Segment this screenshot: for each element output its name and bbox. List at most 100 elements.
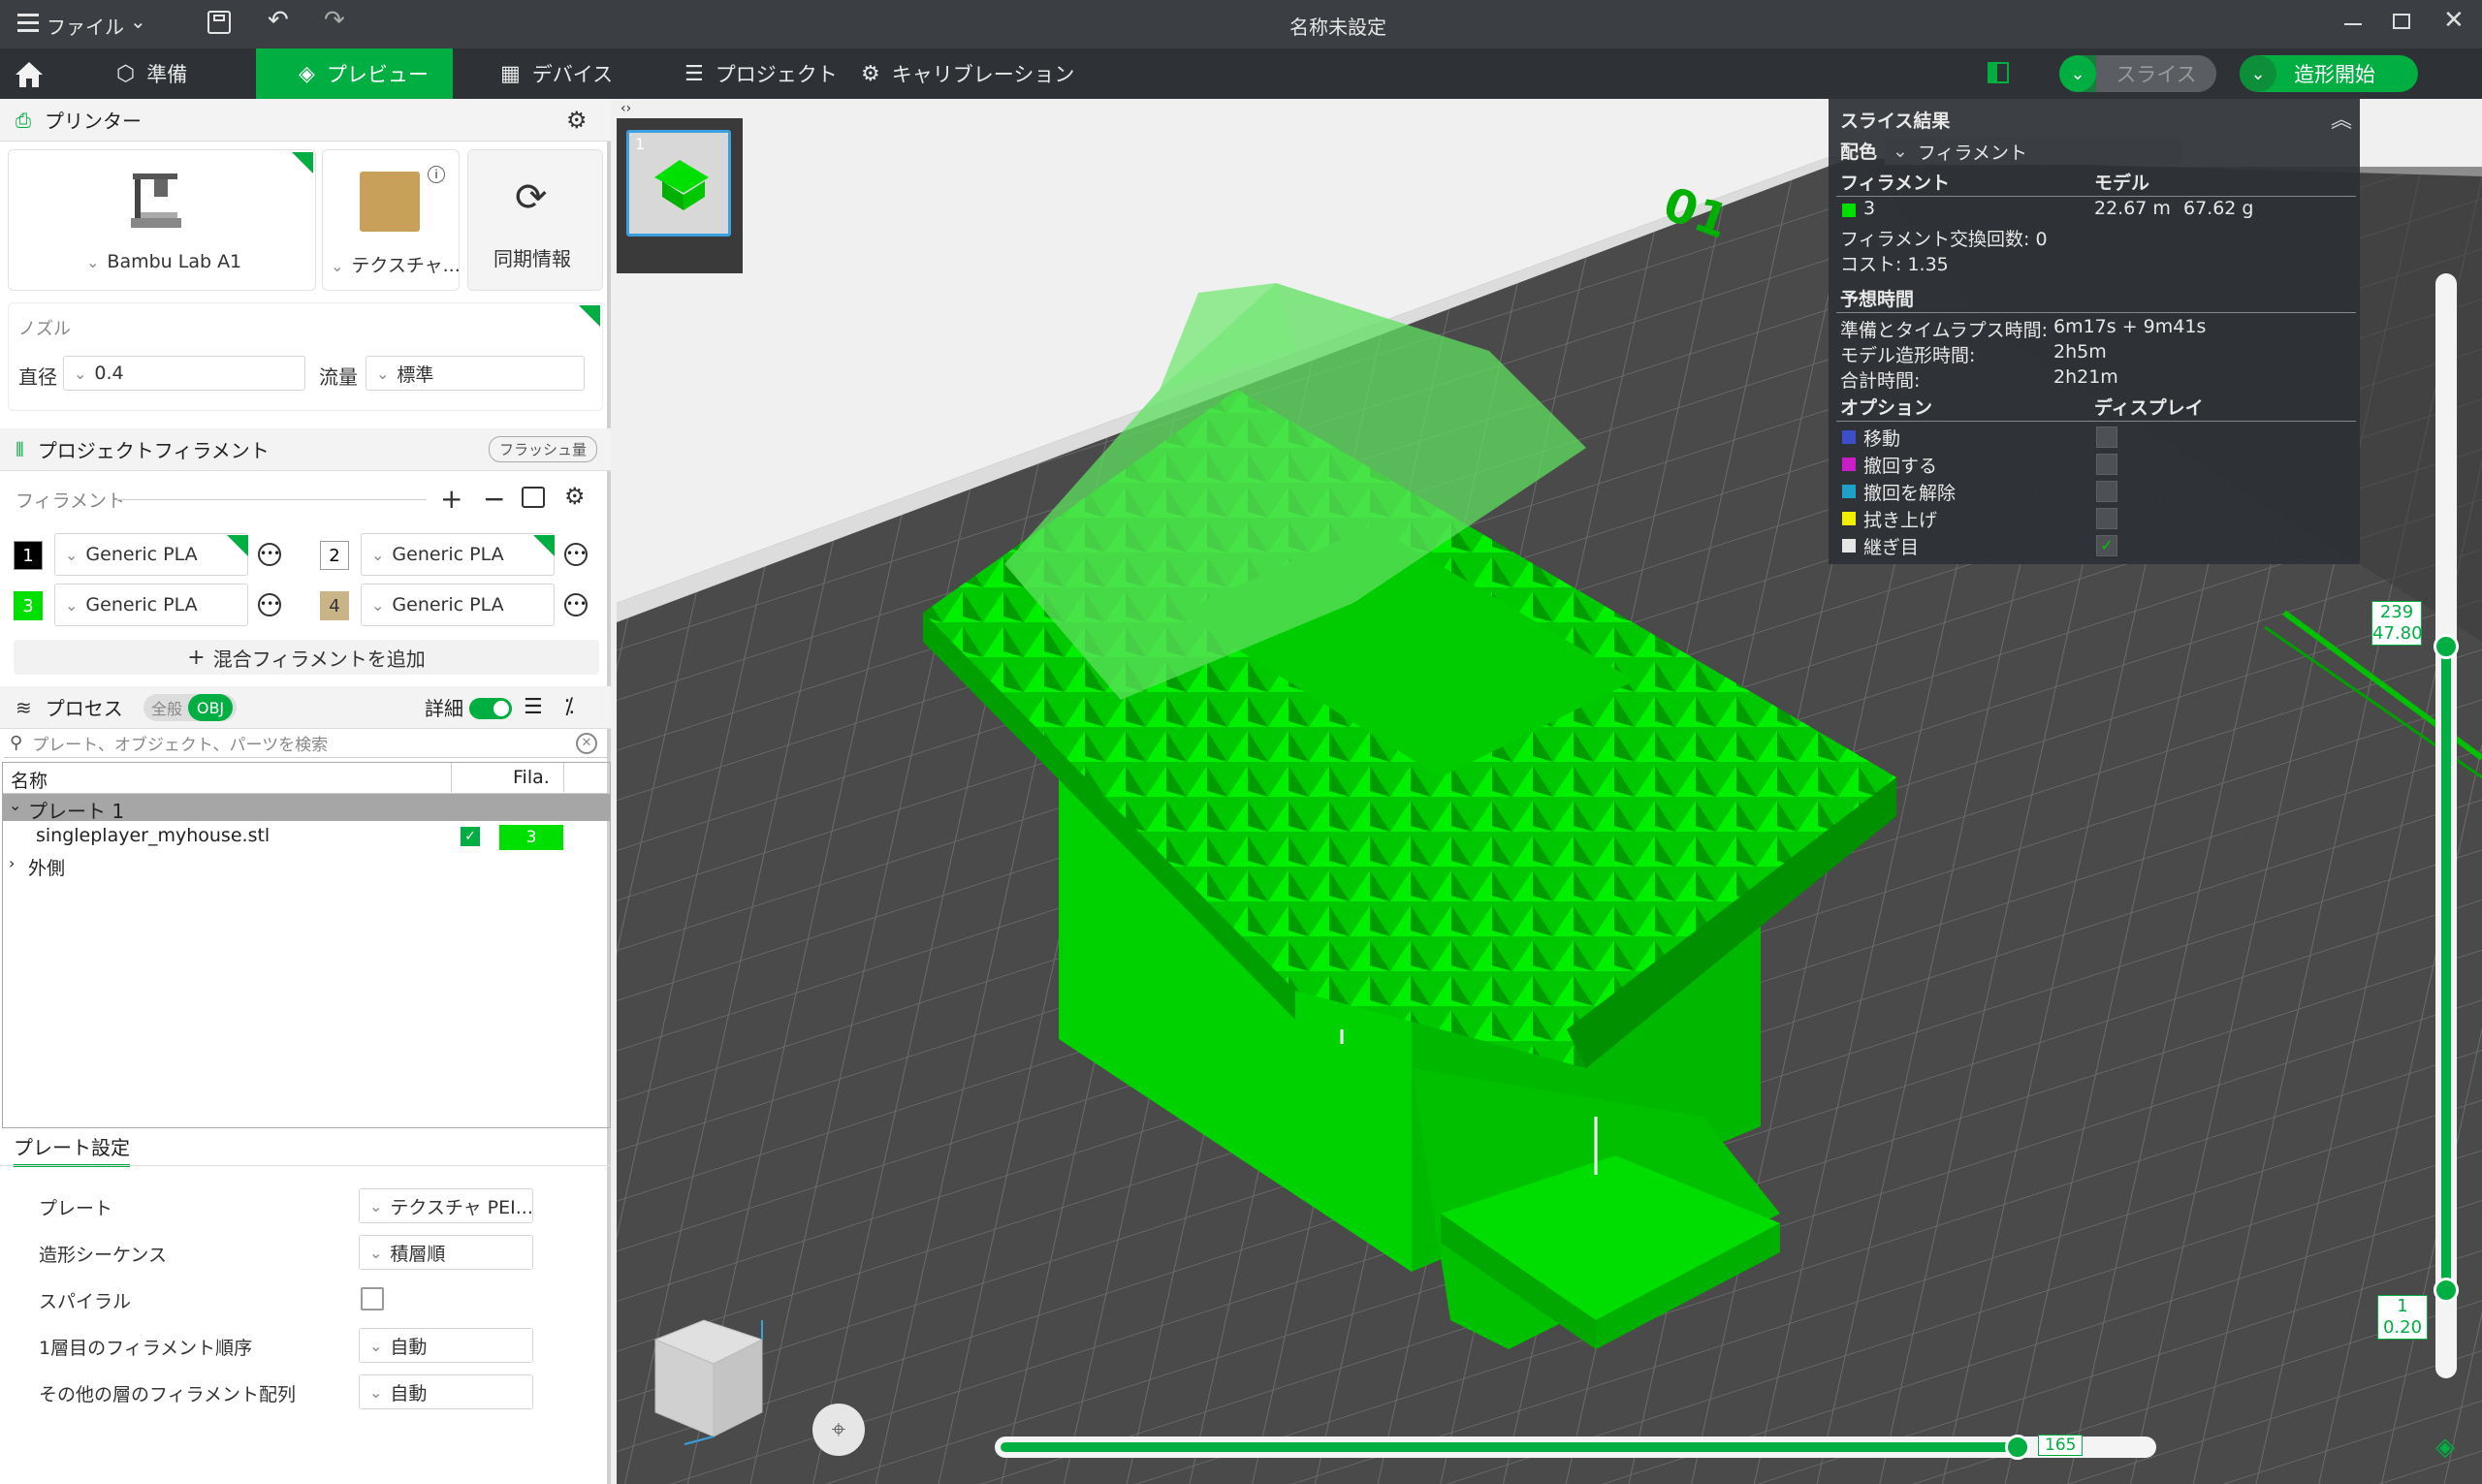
printer-card[interactable]: ⌄ Bambu Lab A1 <box>8 149 316 291</box>
print-button[interactable]: ⌄ 造形開始 <box>2240 55 2418 92</box>
add-icon[interactable]: + <box>440 483 462 515</box>
color-scheme-label: 配色 <box>1840 142 1878 163</box>
move-slider[interactable] <box>995 1435 2156 1460</box>
plate-name: ⌄ テクスチャ... <box>331 255 461 276</box>
move-slider-handle[interactable] <box>2005 1435 2030 1460</box>
collapse-icon[interactable]: ︽ <box>2331 103 2352 134</box>
table-row-plate[interactable]: ⌄ プレート 1 <box>3 794 610 823</box>
flush-button[interactable]: フラッシュ量 <box>489 436 598 462</box>
filament-swatch-2[interactable]: 2 <box>320 541 349 570</box>
filament-swatch-3[interactable]: 3 <box>14 591 43 620</box>
main-tab-bar: ⬡ 準備 ◈ プレビュー ▦ デバイス ☰ プロジェクト ⚙ キャリブレーション ⌄ スラ… <box>0 48 2482 99</box>
chevron-down-icon[interactable]: ⌄ <box>130 10 146 33</box>
chevron-down-icon[interactable]: ⌄ <box>2059 55 2096 92</box>
layer-bottom-handle[interactable] <box>2434 1278 2459 1303</box>
slice-button[interactable]: ⌄ スライス <box>2059 55 2216 92</box>
col-model: モデル <box>2094 173 2150 194</box>
search-input[interactable]: プレート、オブジェクト、パーツを検索 <box>32 731 328 755</box>
diameter-select[interactable]: ⌄ 0.4 <box>63 356 305 391</box>
checkbox-checked[interactable]: ✓ <box>461 827 480 846</box>
filament-select-1[interactable]: ⌄ Generic PLA <box>54 533 248 576</box>
edit-marker <box>579 305 600 327</box>
legend-seam <box>1842 539 1856 553</box>
option-move-checkbox[interactable] <box>2096 426 2117 448</box>
gear-icon[interactable]: ⚙ <box>566 107 588 134</box>
view-cube[interactable] <box>646 1310 781 1446</box>
filament-select-3[interactable]: ⌄ Generic PLA <box>54 584 248 626</box>
tab-plate-settings[interactable]: プレート設定 <box>14 1132 130 1167</box>
layer-top-label: 239 47.80 <box>2371 601 2423 646</box>
redo-icon[interactable]: ↷ <box>324 6 345 35</box>
save-icon[interactable] <box>207 11 231 34</box>
chevron-down-icon[interactable]: ⌄ <box>2240 55 2276 92</box>
add-mixed-filament-button[interactable]: + 混合フィラメントを追加 <box>14 640 599 675</box>
list-icon[interactable]: ☰ <box>524 695 543 719</box>
first-layer-order-select[interactable]: ⌄ 自動 <box>359 1328 533 1363</box>
search-bar[interactable]: ⚲ プレート、オブジェクト、パーツを検索 ✕ <box>4 729 607 758</box>
menu-icon[interactable] <box>17 14 39 33</box>
options-header: オプション <box>1840 397 1933 419</box>
flow-label: 流量 <box>319 365 358 389</box>
option-wipe-checkbox[interactable] <box>2096 508 2117 529</box>
focus-icon[interactable]: ⌖ <box>812 1404 865 1456</box>
layout-icon[interactable] <box>1988 62 2009 83</box>
option-unretract-label: 撤回を解除 <box>1863 483 1957 504</box>
model-time-label: モデル造形時間: <box>1840 345 1976 366</box>
global-obj-toggle[interactable]: 全般 OBJ <box>143 694 237 721</box>
spiral-label: スパイラル <box>39 1291 132 1312</box>
spiral-checkbox[interactable] <box>361 1287 384 1310</box>
option-unretract-checkbox[interactable] <box>2096 481 2117 502</box>
option-seam-label: 継ぎ目 <box>1863 537 1920 558</box>
minimize-icon[interactable] <box>2344 23 2362 25</box>
tab-project[interactable]: ☰ プロジェクト <box>684 48 838 99</box>
tab-preview[interactable]: ◈ プレビュー <box>256 48 453 99</box>
plate-thumbnail[interactable]: 1 <box>626 130 731 237</box>
filament-select-4[interactable]: ⌄ Generic PLA <box>361 584 555 626</box>
layers-icon[interactable]: ◈ <box>2435 1433 2455 1462</box>
tab-calibration[interactable]: ⚙ キャリブレーション <box>861 48 1074 99</box>
detail-toggle[interactable] <box>469 698 512 719</box>
flow-select[interactable]: ⌄ 標準 <box>366 356 585 391</box>
filament-swatch-4[interactable]: 4 <box>320 591 349 620</box>
clear-icon[interactable]: ✕ <box>576 732 597 754</box>
chevron-down-icon: ⌄ <box>86 253 100 271</box>
table-row-outer[interactable]: › 外側 <box>3 852 610 879</box>
file-menu[interactable]: ファイル <box>47 12 124 40</box>
plate-card[interactable]: i ⌄ テクスチャ... <box>322 149 461 291</box>
other-layer-order-select[interactable]: ⌄ 自動 <box>359 1374 533 1409</box>
tab-prepare[interactable]: ⬡ 準備 <box>116 48 254 99</box>
search-icon: ⚲ <box>10 733 23 753</box>
percent-icon[interactable]: ⁒ <box>564 695 574 719</box>
undo-icon[interactable]: ↶ <box>268 6 289 35</box>
color-scheme-select[interactable]: ⌄ フィラメント <box>1885 138 2181 165</box>
sync-filament-icon[interactable] <box>522 487 545 508</box>
table-row-object[interactable]: singleplayer_myhouse.stl ✓ 3 <box>3 823 610 850</box>
remove-icon[interactable]: − <box>483 483 505 515</box>
more-icon[interactable]: ••• <box>258 593 281 616</box>
tab-device[interactable]: ▦ デバイス <box>500 48 613 99</box>
plate-type-select[interactable]: ⌄ テクスチャ PEI... <box>359 1188 533 1223</box>
chevron-down-icon: ⌄ <box>1893 141 1908 162</box>
chevron-down-icon: ⌄ <box>369 1196 383 1216</box>
sidebar-toggle-icon[interactable]: ‹› <box>620 101 631 116</box>
sequence-select[interactable]: ⌄ 積層順 <box>359 1235 533 1270</box>
filament-select-2[interactable]: ⌄ Generic PLA <box>361 533 555 576</box>
nozzle-card: ノズル 直径 ⌄ 0.4 流量 ⌄ 標準 <box>8 302 603 411</box>
process-icon: ≋ <box>16 695 32 719</box>
restore-icon[interactable] <box>2393 14 2410 29</box>
more-icon[interactable]: ••• <box>564 593 588 616</box>
option-retract-checkbox[interactable] <box>2096 454 2117 475</box>
edit-marker <box>227 535 248 556</box>
layer-slider[interactable] <box>2434 273 2459 1378</box>
layer-top-handle[interactable] <box>2434 634 2459 659</box>
more-icon[interactable]: ••• <box>564 543 588 566</box>
sync-card[interactable]: ⟳ 同期情報 <box>467 149 603 291</box>
filament-chip[interactable]: 3 <box>499 825 563 850</box>
option-seam-checkbox[interactable]: ✓ <box>2096 535 2117 556</box>
close-icon[interactable]: ✕ <box>2443 6 2465 35</box>
filament-swatch-1[interactable]: 1 <box>14 541 43 570</box>
more-icon[interactable]: ••• <box>258 543 281 566</box>
home-icon[interactable] <box>14 60 45 89</box>
gear-icon[interactable]: ⚙ <box>564 483 586 510</box>
info-icon[interactable]: i <box>428 166 445 183</box>
